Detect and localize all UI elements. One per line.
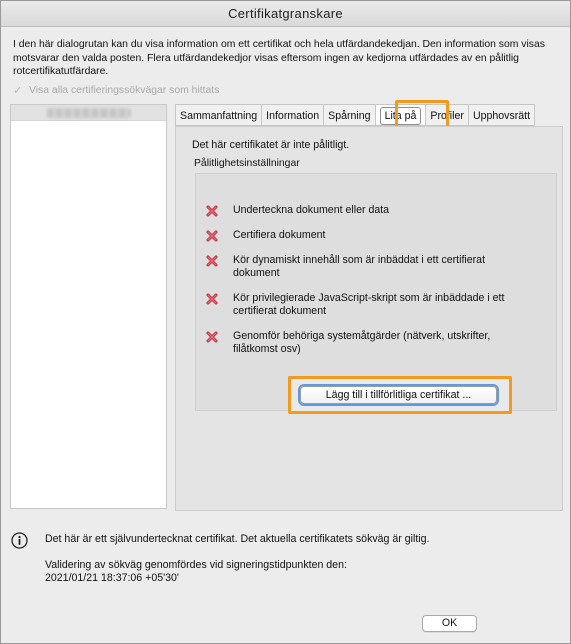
tab-policies[interactable]: Profiler bbox=[425, 104, 468, 126]
add-button-highlight: Lägg till i tillförlitliga certifikat ..… bbox=[288, 376, 512, 414]
window-title: Certifikatgranskare bbox=[1, 1, 570, 27]
show-all-paths-checkbox[interactable]: ✓ Visa alla certifieringssökvägar som hi… bbox=[13, 83, 219, 97]
permission-privileged-javascript: Kör privilegierade JavaScript-skript som… bbox=[196, 292, 536, 318]
permission-system-operations: Genomför behöriga systemåtgärder (nätver… bbox=[196, 330, 536, 356]
deny-x-icon bbox=[206, 331, 218, 343]
deny-x-icon bbox=[206, 293, 218, 305]
permission-sign-documents: Underteckna dokument eller data bbox=[196, 204, 536, 218]
tab-bar: Sammanfattning Information Spårning Lita… bbox=[175, 104, 563, 126]
permission-label: Underteckna dokument eller data bbox=[233, 204, 390, 216]
deny-x-icon bbox=[206, 255, 218, 267]
info-icon bbox=[11, 532, 28, 549]
permission-label: Kör dynamiskt innehåll som är inbäddat i… bbox=[233, 254, 486, 279]
tab-details[interactable]: Information bbox=[261, 104, 324, 126]
certificate-chain-tree[interactable] bbox=[10, 104, 167, 509]
checkmark-icon: ✓ bbox=[13, 84, 23, 97]
intro-text: I den här dialogrutan kan du visa inform… bbox=[13, 39, 545, 77]
tab-summary[interactable]: Sammanfattning bbox=[175, 104, 262, 126]
tree-item-selected-certificate[interactable] bbox=[11, 105, 166, 121]
permission-certify-documents: Certifiera dokument bbox=[196, 229, 536, 243]
permission-label: Certifiera dokument bbox=[233, 229, 326, 241]
validation-line: Validering av sökväg genomfördes vid sig… bbox=[45, 559, 347, 571]
permission-label: Genomför behöriga systemåtgärder (nätver… bbox=[233, 330, 491, 355]
trust-status-text: Det här certifikatet är inte pålitligt. bbox=[192, 139, 350, 151]
tab-trust-label: Lita på bbox=[379, 107, 422, 125]
certificate-viewer-window: Certifikatgranskare I den här dialogruta… bbox=[0, 0, 571, 644]
trust-settings-heading: Pålitlighetsinställningar bbox=[194, 158, 300, 169]
tab-trust[interactable]: Lita på bbox=[374, 104, 426, 126]
validation-timestamp: 2021/01/21 18:37:06 +05'30' bbox=[45, 572, 179, 584]
tab-legal-notice[interactable]: Upphovsrätt bbox=[467, 104, 536, 126]
self-signed-text: Det här är ett självundertecknat certifi… bbox=[45, 533, 430, 545]
deny-x-icon bbox=[206, 205, 218, 217]
permission-dynamic-content: Kör dynamiskt innehåll som är inbäddat i… bbox=[196, 254, 536, 280]
deny-x-icon bbox=[206, 230, 218, 242]
tab-revocation[interactable]: Spårning bbox=[323, 104, 375, 126]
ok-button[interactable]: OK bbox=[422, 615, 477, 632]
show-all-paths-label: Visa alla certifieringssökvägar som hitt… bbox=[29, 84, 220, 96]
redacted-certificate-name bbox=[47, 108, 131, 118]
trust-settings-box: Underteckna dokument eller data Certifie… bbox=[195, 173, 557, 414]
validation-info: Validering av sökväg genomfördes vid sig… bbox=[45, 559, 347, 585]
add-to-trusted-certificates-button[interactable]: Lägg till i tillförlitliga certifikat ..… bbox=[300, 386, 497, 404]
permission-label: Kör privilegierade JavaScript-skript som… bbox=[233, 292, 505, 317]
trust-panel: Det här certifikatet är inte pålitligt. … bbox=[175, 126, 563, 511]
